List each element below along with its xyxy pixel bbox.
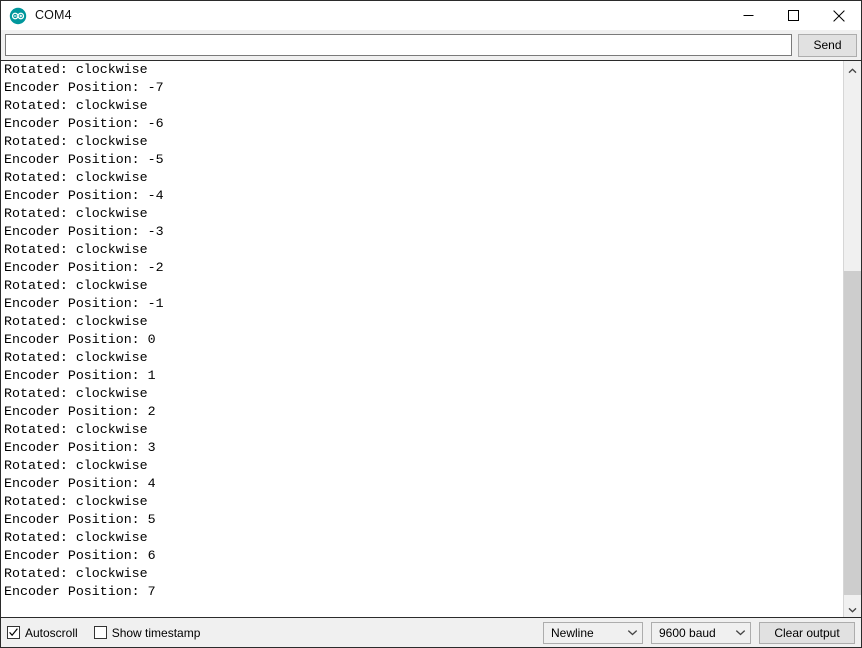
arduino-infinity-icon	[9, 7, 27, 25]
send-input[interactable]	[5, 34, 792, 56]
line-ending-value: Newline	[551, 625, 594, 640]
serial-output-text[interactable]: Rotated: clockwise Encoder Position: -7 Ro…	[1, 61, 844, 617]
output-line: Rotated: clockwise	[4, 386, 148, 401]
clear-output-button[interactable]: Clear output	[759, 621, 855, 644]
output-line: Rotated: clockwise	[4, 422, 148, 437]
output-line: Encoder Position: 0	[4, 332, 156, 347]
autoscroll-label: Autoscroll	[25, 625, 78, 640]
output-line: Rotated: clockwise	[4, 350, 148, 365]
output-line: Encoder Position: -3	[4, 224, 164, 239]
output-line: Encoder Position: -4	[4, 188, 164, 203]
output-line: Encoder Position: -7	[4, 80, 164, 95]
autoscroll-checkbox-box[interactable]	[7, 626, 20, 639]
close-button[interactable]	[816, 1, 861, 30]
window-title: COM4	[35, 8, 72, 23]
show-timestamp-checkbox[interactable]: Show timestamp	[93, 625, 201, 640]
baud-rate-value: 9600 baud	[659, 625, 716, 640]
chevron-down-icon	[623, 629, 642, 636]
output-line: Encoder Position: 2	[4, 404, 156, 419]
output-line: Encoder Position: 4	[4, 476, 156, 491]
serial-monitor-window: COM4 Send Rotated: clockwise Encoder Pos…	[0, 0, 862, 648]
title-bar: COM4	[1, 1, 861, 30]
autoscroll-checkbox[interactable]: Autoscroll	[7, 626, 78, 639]
output-line: Encoder Position: 3	[4, 440, 156, 455]
close-icon	[832, 9, 845, 22]
send-button[interactable]: Send	[798, 33, 857, 57]
output-line: Rotated: clockwise	[4, 170, 148, 185]
baud-rate-select[interactable]: 9600 baud	[651, 621, 751, 644]
output-line: Rotated: clockwise	[4, 62, 148, 77]
checkmark-icon	[9, 628, 18, 637]
output-line: Rotated: clockwise	[4, 566, 148, 581]
output-line: Encoder Position: 7	[4, 584, 156, 599]
output-line: Rotated: clockwise	[4, 206, 148, 221]
chevron-down-icon	[848, 600, 857, 618]
output-area: Rotated: clockwise Encoder Position: -7 Ro…	[1, 60, 861, 618]
chevron-up-icon	[848, 61, 857, 79]
output-line: Rotated: clockwise	[4, 530, 148, 545]
output-scrollbar[interactable]	[844, 61, 861, 617]
show-timestamp-label: Show timestamp	[111, 625, 201, 640]
status-bar: Autoscroll Show timestamp Newline 9600 b…	[1, 618, 861, 647]
output-line: Encoder Position: 5	[4, 512, 156, 527]
output-line: Encoder Position: 1	[4, 368, 156, 383]
scrollbar-track[interactable]	[844, 78, 861, 600]
output-line: Rotated: clockwise	[4, 98, 148, 113]
minimize-icon	[743, 10, 754, 21]
minimize-button[interactable]	[726, 1, 771, 30]
line-ending-select[interactable]: Newline	[543, 621, 643, 644]
output-line: Rotated: clockwise	[4, 134, 148, 149]
scrollbar-up-button[interactable]	[844, 61, 861, 78]
output-line: Encoder Position: -6	[4, 116, 164, 131]
send-bar: Send	[1, 30, 861, 60]
chevron-down-icon	[731, 629, 750, 636]
output-line: Rotated: clockwise	[4, 314, 148, 329]
show-timestamp-checkbox-box[interactable]	[93, 626, 107, 639]
output-line: Rotated: clockwise	[4, 278, 148, 293]
output-line: Encoder Position: -2	[4, 260, 164, 275]
output-line: Rotated: clockwise	[4, 458, 148, 473]
window-controls	[726, 1, 861, 30]
output-line: Encoder Position: 6	[4, 548, 156, 563]
scrollbar-down-button[interactable]	[844, 600, 861, 617]
maximize-icon	[788, 10, 799, 21]
output-line: Encoder Position: -5	[4, 152, 164, 167]
scrollbar-thumb[interactable]	[844, 271, 861, 595]
output-line: Rotated: clockwise	[4, 494, 148, 509]
output-line: Encoder Position: -1	[4, 296, 164, 311]
maximize-button[interactable]	[771, 1, 816, 30]
output-line: Rotated: clockwise	[4, 242, 148, 257]
